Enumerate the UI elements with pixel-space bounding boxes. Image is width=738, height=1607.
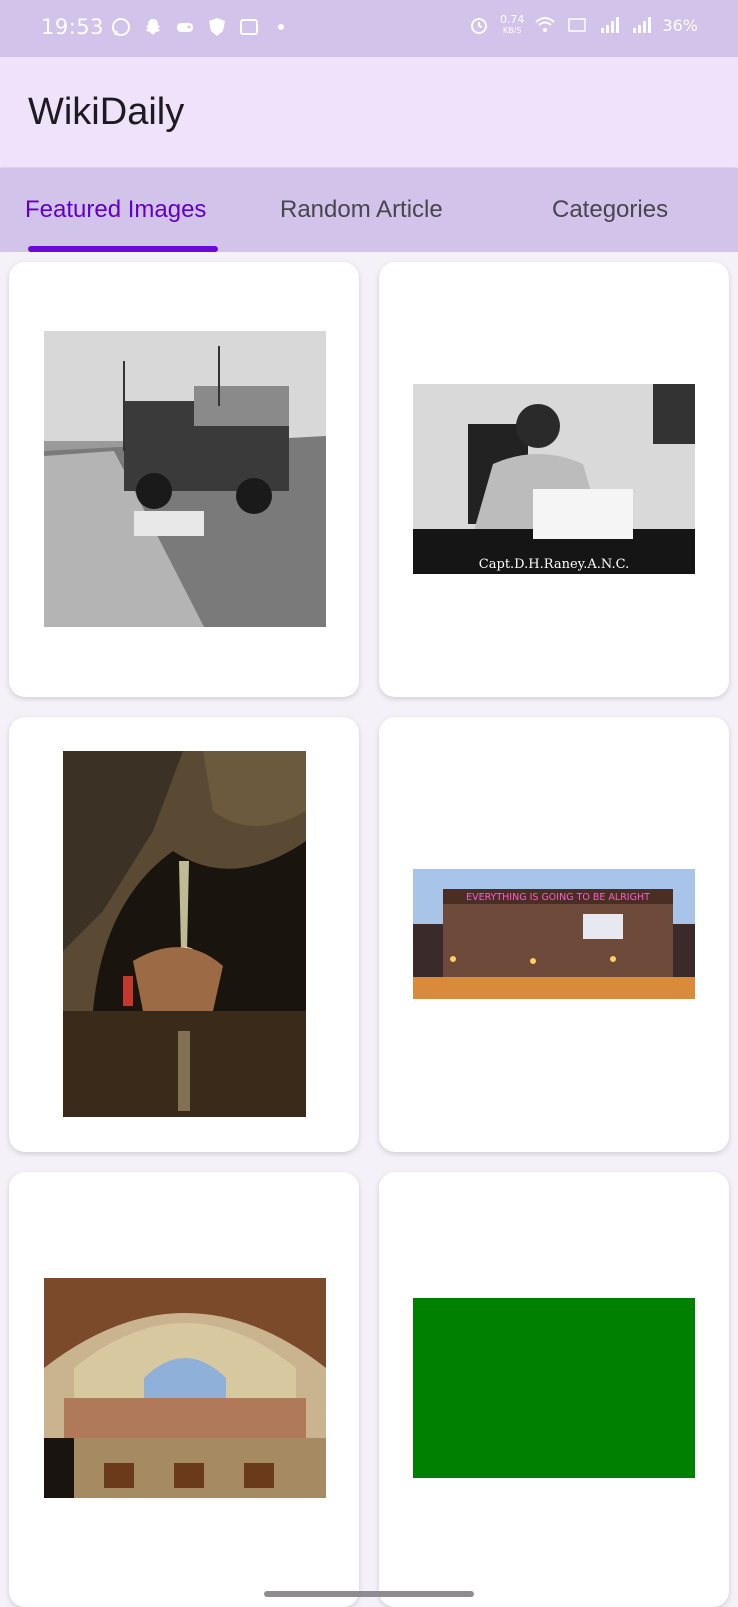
image-card[interactable] [9,717,359,1152]
photo-caption: Capt.D.H.Raney.A.N.C. [479,557,629,572]
image-card[interactable] [379,1172,729,1607]
gesture-navigation-bar[interactable] [264,1591,474,1597]
green-rectangle-image [413,1298,695,1478]
volte-icon [568,18,587,32]
image-card[interactable] [9,262,359,697]
network-speed: 0.74 KB/S [499,13,525,35]
gamepad-icon [177,23,193,32]
more-notifications-dot-icon [278,24,284,30]
signal-2-icon [633,17,652,33]
image-card[interactable] [9,1172,359,1607]
app-title: WikiDaily [28,91,185,133]
cave-light-beam-photo [63,751,306,1117]
tab-categories[interactable]: Categories [552,196,668,224]
image-card[interactable]: Capt.D.H.Raney.A.N.C. [379,262,729,697]
status-time: 19:53 [41,15,105,39]
battery-level: 36% [662,15,698,35]
vpn-shield-icon [209,18,225,36]
building-neon-sign-photo: EVERYTHING IS GOING TO BE ALRIGHT [413,869,695,999]
captain-raney-portrait-photo: Capt.D.H.Raney.A.N.C. [413,384,695,574]
app-notification-icon [240,19,258,35]
school-of-athens-painting [44,1278,326,1498]
neon-sign-text: EVERYTHING IS GOING TO BE ALRIGHT [466,892,650,903]
snapchat-icon [146,19,160,35]
tab-bar: Featured Images Random Article Categorie… [0,168,738,252]
image-card[interactable]: EVERYTHING IS GOING TO BE ALRIGHT [379,717,729,1152]
wifi-icon [535,17,556,32]
whatsapp-icon [112,18,130,36]
tab-random-article[interactable]: Random Article [280,196,443,224]
tab-indicator [28,246,218,252]
alarm-icon [470,18,487,34]
status-bar: 19:53 0.74 KB/S 36% [0,0,738,57]
dust-bowl-car-photo [44,331,326,627]
signal-1-icon [601,17,620,33]
tab-featured-images[interactable]: Featured Images [25,196,206,224]
app-bar: WikiDaily [0,57,738,167]
